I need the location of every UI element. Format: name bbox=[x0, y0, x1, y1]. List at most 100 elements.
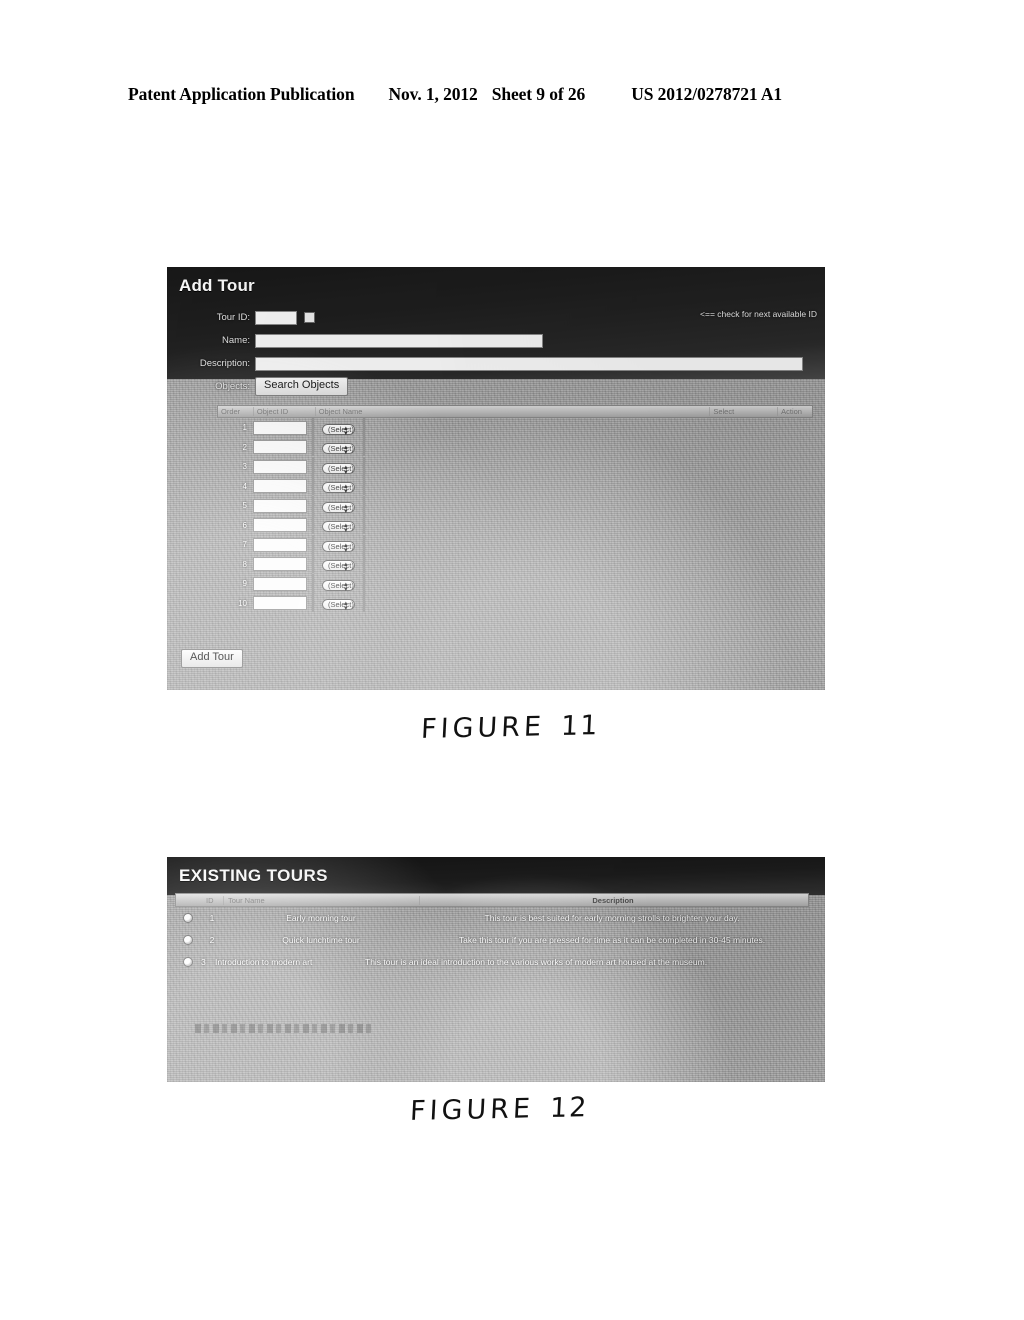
up-down-stepper-icon[interactable]: ▲ ▼ bbox=[343, 445, 349, 457]
tour-radio-button[interactable] bbox=[175, 935, 201, 945]
select-cell[interactable]: (Select) ▲ ▼ bbox=[322, 477, 355, 495]
select-cell[interactable]: (Select) ▲ ▼ bbox=[322, 458, 355, 476]
object-id-input[interactable] bbox=[253, 420, 307, 435]
object-id-cell[interactable] bbox=[253, 557, 307, 572]
action-cell[interactable] bbox=[355, 456, 365, 476]
next-available-id-checkbox[interactable] bbox=[304, 312, 315, 323]
object-id-input[interactable] bbox=[253, 537, 307, 552]
object-id-cell[interactable] bbox=[253, 576, 307, 591]
tour-id-input[interactable] bbox=[255, 310, 297, 325]
table-row[interactable]: 3 Introduction to modern art This tour is … bbox=[175, 951, 809, 973]
object-name-cell[interactable] bbox=[307, 593, 314, 613]
object-type-select[interactable]: (Select) ▲ ▼ bbox=[322, 501, 355, 516]
up-down-stepper-icon[interactable]: ▲ ▼ bbox=[343, 601, 349, 613]
select-cell[interactable]: (Select) ▲ ▼ bbox=[322, 438, 355, 456]
action-input[interactable] bbox=[362, 573, 365, 593]
object-id-input[interactable] bbox=[253, 459, 307, 474]
up-down-stepper-icon[interactable]: ▲ ▼ bbox=[343, 523, 349, 535]
up-down-stepper-icon[interactable]: ▲ ▼ bbox=[343, 543, 349, 555]
action-input[interactable] bbox=[362, 495, 365, 515]
action-input[interactable] bbox=[362, 476, 365, 496]
object-id-input[interactable] bbox=[253, 498, 307, 513]
object-type-select[interactable]: (Select) ▲ ▼ bbox=[322, 560, 355, 574]
object-name-input[interactable] bbox=[312, 573, 314, 593]
object-id-cell[interactable] bbox=[253, 459, 307, 474]
object-name-input[interactable] bbox=[312, 554, 314, 574]
object-id-cell[interactable] bbox=[253, 537, 307, 552]
object-name-input[interactable] bbox=[312, 456, 314, 476]
add-tour-button[interactable]: Add Tour bbox=[181, 649, 243, 668]
description-input[interactable] bbox=[255, 356, 803, 371]
up-down-stepper-icon[interactable]: ▲ ▼ bbox=[343, 562, 349, 574]
action-cell[interactable] bbox=[355, 573, 365, 593]
object-name-cell[interactable] bbox=[307, 456, 314, 476]
object-name-cell[interactable] bbox=[307, 437, 314, 457]
object-id-input[interactable] bbox=[253, 479, 307, 494]
object-type-select[interactable]: (Select) ▲ ▼ bbox=[322, 443, 355, 457]
object-id-input[interactable] bbox=[253, 596, 307, 611]
object-type-select[interactable]: (Select) ▲ ▼ bbox=[322, 579, 355, 594]
select-cell[interactable]: (Select) ▲ ▼ bbox=[322, 555, 355, 573]
object-name-cell[interactable] bbox=[307, 573, 314, 593]
action-cell[interactable] bbox=[355, 495, 365, 515]
object-name-cell[interactable] bbox=[307, 554, 314, 574]
action-cell[interactable] bbox=[355, 515, 365, 535]
action-input[interactable] bbox=[362, 554, 365, 574]
object-name-input[interactable] bbox=[312, 476, 314, 496]
up-down-stepper-icon[interactable]: ▲ ▼ bbox=[343, 504, 349, 516]
object-id-cell[interactable] bbox=[253, 420, 307, 435]
object-name-input[interactable] bbox=[312, 495, 314, 515]
up-down-stepper-icon[interactable]: ▲ ▼ bbox=[343, 484, 349, 496]
action-cell[interactable] bbox=[355, 554, 365, 574]
object-id-cell[interactable] bbox=[253, 596, 307, 611]
select-cell[interactable]: (Select) ▲ ▼ bbox=[322, 536, 355, 554]
object-name-cell[interactable] bbox=[307, 534, 314, 554]
object-type-select[interactable]: (Select) ▲ ▼ bbox=[322, 423, 355, 438]
up-down-stepper-icon[interactable]: ▲ ▼ bbox=[343, 582, 349, 594]
select-cell[interactable]: (Select) ▲ ▼ bbox=[322, 497, 355, 515]
select-cell[interactable]: (Select) ▲ ▼ bbox=[322, 516, 355, 534]
up-down-stepper-icon[interactable]: ▲ ▼ bbox=[343, 426, 349, 438]
object-type-select[interactable]: (Select) ▲ ▼ bbox=[322, 540, 355, 555]
table-row[interactable]: 2 Quick lunchtime tour Take this tour if y… bbox=[175, 929, 809, 951]
object-name-input[interactable] bbox=[312, 593, 314, 613]
object-id-input[interactable] bbox=[253, 518, 307, 533]
object-id-input[interactable] bbox=[253, 576, 307, 591]
object-type-select[interactable]: (Select) ▲ ▼ bbox=[322, 599, 355, 613]
object-type-select[interactable]: (Select) ▲ ▼ bbox=[322, 462, 355, 477]
object-name-input[interactable] bbox=[312, 417, 314, 437]
name-input[interactable] bbox=[255, 333, 543, 348]
action-input[interactable] bbox=[362, 593, 365, 613]
object-id-cell[interactable] bbox=[253, 518, 307, 533]
action-input[interactable] bbox=[362, 534, 365, 554]
object-name-input[interactable] bbox=[312, 437, 314, 457]
select-cell[interactable]: (Select) ▲ ▼ bbox=[322, 594, 355, 612]
select-cell[interactable]: (Select) ▲ ▼ bbox=[322, 419, 355, 437]
action-input[interactable] bbox=[362, 437, 365, 457]
action-cell[interactable] bbox=[355, 417, 365, 437]
object-name-input[interactable] bbox=[312, 515, 314, 535]
action-input[interactable] bbox=[362, 417, 365, 437]
object-name-cell[interactable] bbox=[307, 495, 314, 515]
object-id-input[interactable] bbox=[253, 440, 307, 455]
action-input[interactable] bbox=[362, 515, 365, 535]
object-id-input[interactable] bbox=[253, 557, 307, 572]
action-cell[interactable] bbox=[355, 593, 365, 613]
table-row[interactable]: 1 Early morning tour This tour is best sui… bbox=[175, 907, 809, 929]
action-cell[interactable] bbox=[355, 476, 365, 496]
object-id-cell[interactable] bbox=[253, 479, 307, 494]
object-name-cell[interactable] bbox=[307, 417, 314, 437]
tour-radio-button[interactable] bbox=[175, 913, 201, 923]
object-type-select[interactable]: (Select) ▲ ▼ bbox=[322, 521, 355, 535]
tour-radio-button[interactable] bbox=[175, 957, 201, 967]
object-name-cell[interactable] bbox=[307, 476, 314, 496]
object-name-cell[interactable] bbox=[307, 515, 314, 535]
action-cell[interactable] bbox=[355, 534, 365, 554]
object-id-cell[interactable] bbox=[253, 498, 307, 513]
object-name-input[interactable] bbox=[312, 534, 314, 554]
object-id-cell[interactable] bbox=[253, 440, 307, 455]
action-cell[interactable] bbox=[355, 437, 365, 457]
up-down-stepper-icon[interactable]: ▲ ▼ bbox=[343, 465, 349, 477]
search-objects-button[interactable]: Search Objects bbox=[255, 377, 349, 396]
action-input[interactable] bbox=[362, 456, 365, 476]
